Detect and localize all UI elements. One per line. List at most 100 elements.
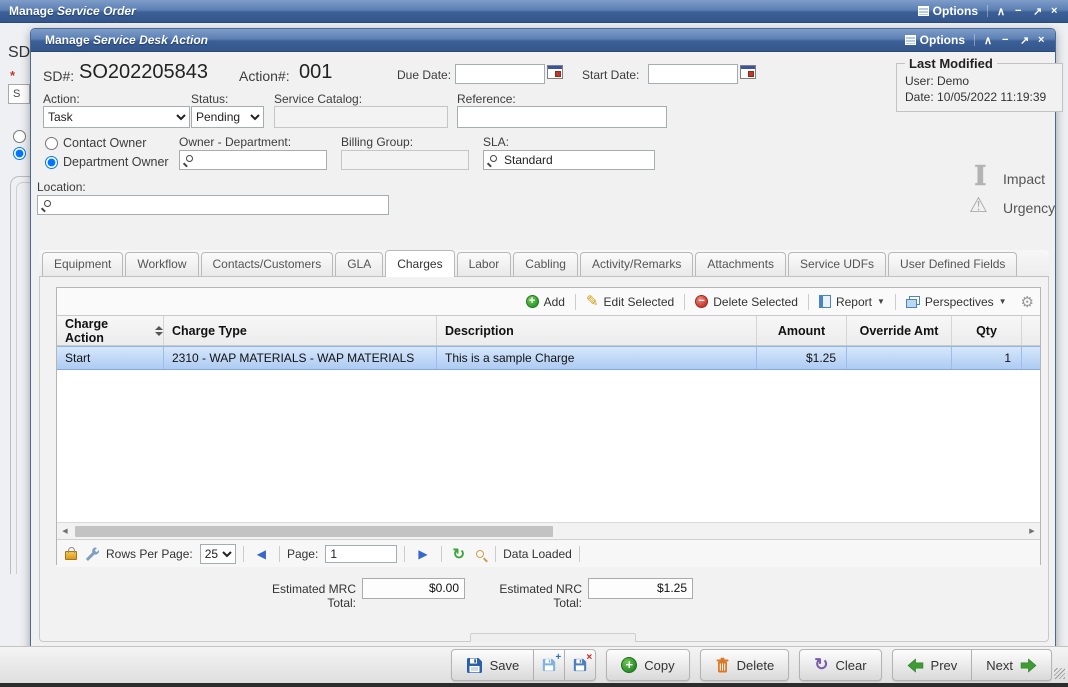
tab-user-defined-fields[interactable]: User Defined Fields (888, 252, 1017, 276)
dialog-title-bold: Manage (45, 33, 90, 47)
tab-activity-remarks[interactable]: Activity/Remarks (580, 252, 693, 276)
column-header-override-amt[interactable]: Override Amt (847, 316, 952, 345)
table-row[interactable]: Start 2310 - WAP MATERIALS - WAP MATERIA… (57, 346, 1040, 370)
delete-button[interactable]: Delete (700, 649, 790, 681)
perspectives-button[interactable]: Perspectives ▼ (902, 293, 1011, 311)
pager-separator (495, 546, 496, 562)
panel-resize-handle[interactable] (470, 633, 636, 642)
contact-owner-radio-row[interactable]: Contact Owner (45, 136, 146, 150)
tab-workflow[interactable]: Workflow (125, 252, 198, 276)
dialog-options-label: Options (920, 33, 965, 47)
reference-input[interactable] (457, 106, 667, 128)
refresh-icon[interactable]: ↻ (449, 545, 470, 563)
location-input[interactable] (37, 195, 389, 215)
save-and-close-button[interactable]: × (565, 649, 596, 681)
outer-minimize-button[interactable]: − (1010, 4, 1024, 18)
sla-input[interactable] (483, 150, 655, 170)
column-header-description[interactable]: Description (437, 316, 757, 345)
chevron-down-icon: ▼ (877, 297, 885, 306)
contact-owner-radio[interactable] (45, 137, 58, 150)
dialog-minimize-button[interactable]: − (997, 33, 1011, 47)
toolbar-separator (808, 294, 809, 310)
owner-department-input[interactable] (179, 150, 327, 170)
scroll-left-icon[interactable]: ◀ (57, 527, 73, 535)
action-number-label: Action#: (239, 68, 290, 84)
tab-charges[interactable]: Charges (385, 250, 454, 277)
status-select[interactable]: Pending (191, 106, 264, 128)
search-icon[interactable] (44, 200, 51, 207)
scrollbar-thumb[interactable] (75, 526, 553, 537)
outer-options-button[interactable]: Options (913, 3, 983, 19)
outer-title-bold: Manage (9, 4, 54, 18)
outer-title-italic: Service Order (57, 4, 136, 18)
edit-selected-button[interactable]: ✎ Edit Selected (582, 293, 678, 311)
prev-button[interactable]: Prev (892, 649, 973, 681)
service-catalog-label: Service Catalog: (274, 92, 362, 106)
clear-button[interactable]: ↻ Clear (799, 649, 881, 681)
due-date-calendar-icon[interactable] (547, 65, 563, 79)
column-header-qty[interactable]: Qty (952, 316, 1022, 345)
cell-qty: 1 (952, 347, 1022, 369)
add-button[interactable]: + Add (522, 293, 569, 311)
lock-icon[interactable] (65, 551, 77, 560)
next-button[interactable]: Next (972, 649, 1052, 681)
dialog-popout-button[interactable]: ↗ (1015, 33, 1029, 48)
urgency-warning-icon[interactable]: ⚠ (969, 195, 988, 217)
background-radio-1[interactable] (13, 130, 26, 143)
arrow-right-icon (1020, 658, 1037, 673)
delete-selected-button[interactable]: − Delete Selected (691, 293, 802, 311)
outer-popout-button[interactable]: ↗ (1028, 4, 1042, 19)
impact-icon[interactable]: I (974, 165, 987, 189)
scroll-right-icon[interactable]: ▶ (1024, 527, 1040, 535)
start-date-calendar-icon[interactable] (740, 65, 756, 79)
tab-cabling[interactable]: Cabling (513, 252, 578, 276)
column-header-amount[interactable]: Amount (757, 316, 847, 345)
sort-icon (155, 326, 163, 336)
dialog-options-button[interactable]: Options (900, 32, 970, 48)
search-icon[interactable] (186, 155, 193, 162)
horizontal-scrollbar[interactable]: ◀ ▶ (57, 522, 1040, 539)
tab-equipment[interactable]: Equipment (42, 252, 123, 276)
due-date-input[interactable] (455, 64, 545, 84)
last-modified-title: Last Modified (905, 56, 997, 71)
column-header-charge-action[interactable]: Charge Action (57, 316, 164, 345)
background-partial-input[interactable]: S (8, 84, 30, 104)
department-owner-radio[interactable] (45, 156, 58, 169)
gear-icon[interactable]: ⚙ (1021, 293, 1034, 311)
report-button[interactable]: Report ▼ (815, 293, 889, 311)
column-header-charge-type[interactable]: Charge Type (164, 316, 437, 345)
grid-search-icon[interactable] (476, 550, 484, 558)
save-button[interactable]: Save (451, 649, 535, 681)
billing-group-input (341, 150, 469, 170)
tab-service-udfs[interactable]: Service UDFs (788, 252, 886, 276)
dialog-collapse-button[interactable]: ∧ (979, 33, 993, 48)
save-and-new-button[interactable]: + (534, 649, 565, 681)
page-input[interactable] (325, 545, 397, 563)
rows-per-page-select[interactable]: 25 (200, 544, 236, 564)
wrench-icon[interactable] (84, 546, 99, 561)
department-owner-radio-row[interactable]: Department Owner (45, 155, 169, 169)
tab-contacts-customers[interactable]: Contacts/Customers (201, 252, 334, 276)
outer-close-button[interactable]: × (1046, 4, 1060, 18)
search-icon[interactable] (490, 155, 497, 162)
tab-labor[interactable]: Labor (457, 252, 512, 276)
previous-page-icon[interactable]: ◀ (251, 547, 272, 561)
background-radio-2[interactable] (13, 147, 26, 160)
next-page-icon[interactable]: ▶ (412, 547, 433, 561)
tab-gla[interactable]: GLA (335, 252, 383, 276)
dialog-close-button[interactable]: × (1033, 33, 1047, 47)
action-select[interactable]: Task (43, 106, 190, 128)
rows-per-page-label: Rows Per Page: (106, 547, 193, 561)
options-icon (918, 6, 929, 16)
save-button-group: Save + × (451, 649, 597, 681)
tab-attachments[interactable]: Attachments (695, 252, 786, 276)
service-catalog-input (274, 106, 448, 128)
resize-grip[interactable] (1054, 668, 1065, 679)
outer-collapse-button[interactable]: ∧ (992, 4, 1006, 19)
copy-button[interactable]: + Copy (606, 649, 689, 681)
outer-window-titlebar: Manage Service Order Options ∧ − ↗ × (0, 0, 1068, 23)
cell-description: This is a sample Charge (437, 347, 757, 369)
start-date-label: Start Date: (582, 68, 639, 82)
start-date-input[interactable] (648, 64, 738, 84)
estimated-mrc-total-value: $0.00 (362, 578, 465, 599)
